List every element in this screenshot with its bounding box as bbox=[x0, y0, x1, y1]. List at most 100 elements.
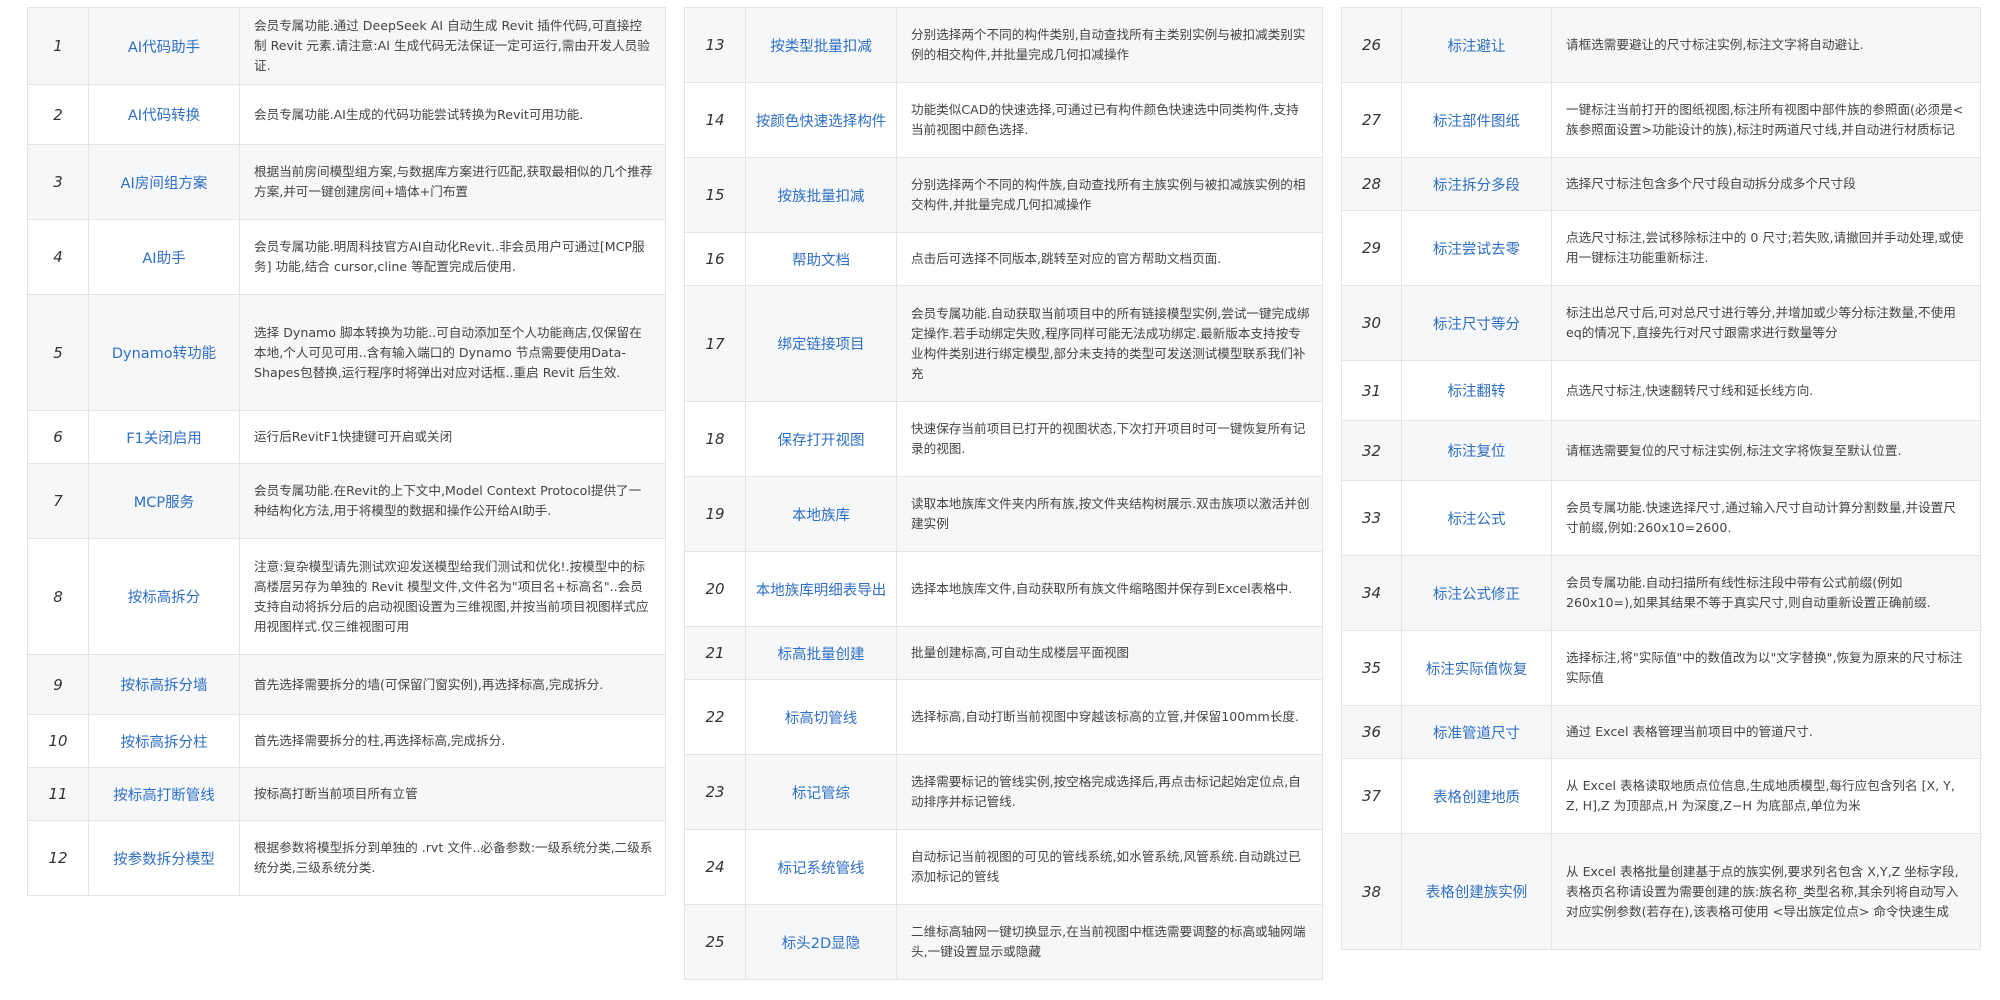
table-row: 5 Dynamo转功能 选择 Dynamo 脚本转换为功能..可自动添加至个人功能商… bbox=[27, 294, 666, 411]
feature-table-column-3: 26 标注避让 请框选需要避让的尺寸标注实例,标注文字将自动避让. 27 标注部件图纸一… bbox=[1341, 7, 1981, 950]
row-number: 25 bbox=[684, 904, 746, 980]
feature-name-link[interactable]: 标注公式修正 bbox=[1401, 555, 1552, 631]
feature-description: 根据当前房间模型组方案,与数据库方案进行匹配,获取最相似的几个推荐方案,并可一键… bbox=[239, 144, 666, 220]
feature-name-link[interactable]: 按颜色快速选择构件 bbox=[745, 82, 897, 158]
table-row: 32 标注复位 请框选需要复位的尺寸标注实例,标注文字将恢复至默认位置. bbox=[1341, 420, 1981, 481]
feature-table: 1 AI代码助手 会员专属功能.通过 DeepSeek AI 自动生成 Revit … bbox=[27, 7, 666, 896]
feature-name-link[interactable]: 按标高拆分柱 bbox=[88, 714, 240, 768]
feature-name-link[interactable]: 标注尺寸等分 bbox=[1401, 285, 1552, 361]
feature-name-link[interactable]: AI代码助手 bbox=[88, 7, 240, 85]
feature-name-link[interactable]: MCP服务 bbox=[88, 463, 240, 539]
table-row: 17 绑定链接项目 会员专属功能.自动获取当前项目中的所有链接模型实例,尝试一键完成… bbox=[684, 285, 1323, 402]
feature-name-link[interactable]: 标注尝试去零 bbox=[1401, 210, 1552, 286]
feature-table: 26 标注避让 请框选需要避让的尺寸标注实例,标注文字将自动避让. 27 标注部件图纸一… bbox=[1341, 7, 1981, 950]
feature-description: 会员专属功能.在Revit的上下文中,Model Context Protoco… bbox=[239, 463, 666, 539]
feature-name-link[interactable]: 标头2D显隐 bbox=[745, 904, 897, 980]
row-number: 36 bbox=[1341, 705, 1402, 759]
row-number: 10 bbox=[27, 714, 89, 768]
feature-name-link[interactable]: 标注实际值恢复 bbox=[1401, 630, 1552, 706]
row-number: 15 bbox=[684, 157, 746, 233]
table-row: 12 按参数拆分模型 根据参数将模型拆分到单独的 .rvt 文件..必备参数:一级系… bbox=[27, 820, 666, 896]
table-row: 38 表格创建族实例从 Excel 表格批量创建基于点的族实例,要求列名包含 X,… bbox=[1341, 833, 1981, 950]
feature-description: 会员专属功能.快速选择尺寸,通过输入尺寸自动计算分割数量,并设置尺寸前缀,例如:… bbox=[1551, 480, 1981, 556]
row-number: 9 bbox=[27, 654, 89, 715]
feature-name-link[interactable]: 标记系统管线 bbox=[745, 829, 897, 905]
feature-name-link[interactable]: 表格创建地质 bbox=[1401, 758, 1552, 834]
feature-name-link[interactable]: 标注复位 bbox=[1401, 420, 1552, 481]
feature-name-link[interactable]: 标记管综 bbox=[745, 754, 897, 830]
feature-name-link[interactable]: 本地族库明细表导出 bbox=[745, 551, 897, 627]
feature-name-link[interactable]: 标高切管线 bbox=[745, 679, 897, 755]
feature-name-link[interactable]: AI代码转换 bbox=[88, 84, 240, 145]
feature-name-link[interactable]: 表格创建族实例 bbox=[1401, 833, 1552, 950]
feature-description: 会员专属功能.明周科技官方AI自动化Revit..非会员用户可通过[MCP服务]… bbox=[239, 219, 666, 295]
table-row: 20 本地族库明细表导出 选择本地族库文件,自动获取所有族文件缩略图并保存到Exce… bbox=[684, 551, 1323, 627]
feature-name-link[interactable]: Dynamo转功能 bbox=[88, 294, 240, 411]
feature-description: 选择标注,将"实际值"中的数值改为以"文字替换",恢复为原来的尺寸标注实际值 bbox=[1551, 630, 1981, 706]
row-number: 1 bbox=[27, 7, 89, 85]
feature-name-link[interactable]: 标注公式 bbox=[1401, 480, 1552, 556]
feature-name-link[interactable]: AI助手 bbox=[88, 219, 240, 295]
feature-table: 13 按类型批量扣减 分别选择两个不同的构件类别,自动查找所有主类别实例与被扣减类别… bbox=[684, 7, 1323, 980]
feature-description: 选择本地族库文件,自动获取所有族文件缩略图并保存到Excel表格中. bbox=[896, 551, 1323, 627]
feature-description: 会员专属功能.自动扫描所有线性标注段中带有公式前缀(例如260x10=),如果其… bbox=[1551, 555, 1981, 631]
feature-name-link[interactable]: 标注部件图纸 bbox=[1401, 82, 1552, 158]
table-row: 18 保存打开视图 快速保存当前项目已打开的视图状态,下次打开项目时可一键恢复所有记… bbox=[684, 401, 1323, 477]
feature-table-body: 13 按类型批量扣减 分别选择两个不同的构件类别,自动查找所有主类别实例与被扣减类别… bbox=[684, 7, 1323, 980]
feature-name-link[interactable]: 标注避让 bbox=[1401, 7, 1552, 83]
feature-description: 注意:复杂模型请先测试欢迎发送模型给我们测试和优化!.按模型中的标高楼层另存为单… bbox=[239, 538, 666, 655]
table-row: 28 标注拆分多段 选择尺寸标注包含多个尺寸段自动拆分成多个尺寸段 bbox=[1341, 157, 1981, 211]
feature-description: 选择需要标记的管线实例,按空格完成选择后,再点击标记起始定位点,自动排序并标记管… bbox=[896, 754, 1323, 830]
feature-name-link[interactable]: 按标高拆分 bbox=[88, 538, 240, 655]
table-row: 27 标注部件图纸 一键标注当前打开的图纸视图,标注所有视图中部件族的参照面(必须是… bbox=[1341, 82, 1981, 158]
feature-name-link[interactable]: F1关闭启用 bbox=[88, 410, 240, 464]
table-row: 4 AI助手 会员专属功能.明周科技官方AI自动化Revit..非会员用户可通过[M… bbox=[27, 219, 666, 295]
feature-table-body: 26 标注避让 请框选需要避让的尺寸标注实例,标注文字将自动避让. 27 标注部件图纸一… bbox=[1341, 7, 1981, 950]
feature-name-link[interactable]: 帮助文档 bbox=[745, 232, 897, 286]
feature-name-link[interactable]: 本地族库 bbox=[745, 476, 897, 552]
row-number: 20 bbox=[684, 551, 746, 627]
table-row: 24 标记系统管线 自动标记当前视图的可见的管线系统,如水管系统,风管系统.自动跳过… bbox=[684, 829, 1323, 905]
feature-name-link[interactable]: 标高批量创建 bbox=[745, 626, 897, 680]
feature-name-link[interactable]: 按族批量扣减 bbox=[745, 157, 897, 233]
feature-description: 选择尺寸标注包含多个尺寸段自动拆分成多个尺寸段 bbox=[1551, 157, 1981, 211]
table-row: 13 按类型批量扣减 分别选择两个不同的构件类别,自动查找所有主类别实例与被扣减类别… bbox=[684, 7, 1323, 83]
feature-name-link[interactable]: AI房间组方案 bbox=[88, 144, 240, 220]
feature-description: 读取本地族库文件夹内所有族,按文件夹结构树展示.双击族项以激活并创建实例 bbox=[896, 476, 1323, 552]
row-number: 21 bbox=[684, 626, 746, 680]
feature-name-link[interactable]: 标准管道尺寸 bbox=[1401, 705, 1552, 759]
row-number: 2 bbox=[27, 84, 89, 145]
feature-name-link[interactable]: 标注拆分多段 bbox=[1401, 157, 1552, 211]
feature-description: 从 Excel 表格批量创建基于点的族实例,要求列名包含 X,Y,Z 坐标字段,… bbox=[1551, 833, 1981, 950]
feature-name-link[interactable]: 按类型批量扣减 bbox=[745, 7, 897, 83]
feature-name-link[interactable]: 按标高拆分墙 bbox=[88, 654, 240, 715]
row-number: 35 bbox=[1341, 630, 1402, 706]
row-number: 14 bbox=[684, 82, 746, 158]
feature-name-link[interactable]: 标注翻转 bbox=[1401, 360, 1552, 421]
feature-description: 选择标高,自动打断当前视图中穿越该标高的立管,并保留100mm长度. bbox=[896, 679, 1323, 755]
row-number: 8 bbox=[27, 538, 89, 655]
table-row: 7 MCP服务 会员专属功能.在Revit的上下文中,Model Context P… bbox=[27, 463, 666, 539]
feature-description: 功能类似CAD的快速选择,可通过已有构件颜色快速选中同类构件,支持当前视图中颜色… bbox=[896, 82, 1323, 158]
feature-name-link[interactable]: 按标高打断管线 bbox=[88, 767, 240, 821]
row-number: 11 bbox=[27, 767, 89, 821]
row-number: 33 bbox=[1341, 480, 1402, 556]
feature-description: 首先选择需要拆分的柱,再选择标高,完成拆分. bbox=[239, 714, 666, 768]
feature-description: 快速保存当前项目已打开的视图状态,下次打开项目时可一键恢复所有记录的视图. bbox=[896, 401, 1323, 477]
feature-name-link[interactable]: 绑定链接项目 bbox=[745, 285, 897, 402]
table-row: 36 标准管道尺寸 通过 Excel 表格管理当前项目中的管道尺寸. bbox=[1341, 705, 1981, 759]
table-row: 1 AI代码助手 会员专属功能.通过 DeepSeek AI 自动生成 Revit … bbox=[27, 7, 666, 85]
feature-description: 分别选择两个不同的构件族,自动查找所有主族实例与被扣减族实例的相交构件,并批量完… bbox=[896, 157, 1323, 233]
feature-description: 标注出总尺寸后,可对总尺寸进行等分,并增加或少等分标注数量,不使用eq的情况下,… bbox=[1551, 285, 1981, 361]
row-number: 13 bbox=[684, 7, 746, 83]
table-row: 26 标注避让 请框选需要避让的尺寸标注实例,标注文字将自动避让. bbox=[1341, 7, 1981, 83]
table-row: 9 按标高拆分墙 首先选择需要拆分的墙(可保留门窗实例),再选择标高,完成拆分. bbox=[27, 654, 666, 715]
table-row: 3 AI房间组方案 根据当前房间模型组方案,与数据库方案进行匹配,获取最相似的几个推… bbox=[27, 144, 666, 220]
row-number: 6 bbox=[27, 410, 89, 464]
feature-description: 首先选择需要拆分的墙(可保留门窗实例),再选择标高,完成拆分. bbox=[239, 654, 666, 715]
feature-name-link[interactable]: 保存打开视图 bbox=[745, 401, 897, 477]
feature-name-link[interactable]: 按参数拆分模型 bbox=[88, 820, 240, 896]
feature-description: 二维标高轴网一键切换显示,在当前视图中框选需要调整的标高或轴网端头,一键设置显示… bbox=[896, 904, 1323, 980]
feature-description: 通过 Excel 表格管理当前项目中的管道尺寸. bbox=[1551, 705, 1981, 759]
row-number: 24 bbox=[684, 829, 746, 905]
